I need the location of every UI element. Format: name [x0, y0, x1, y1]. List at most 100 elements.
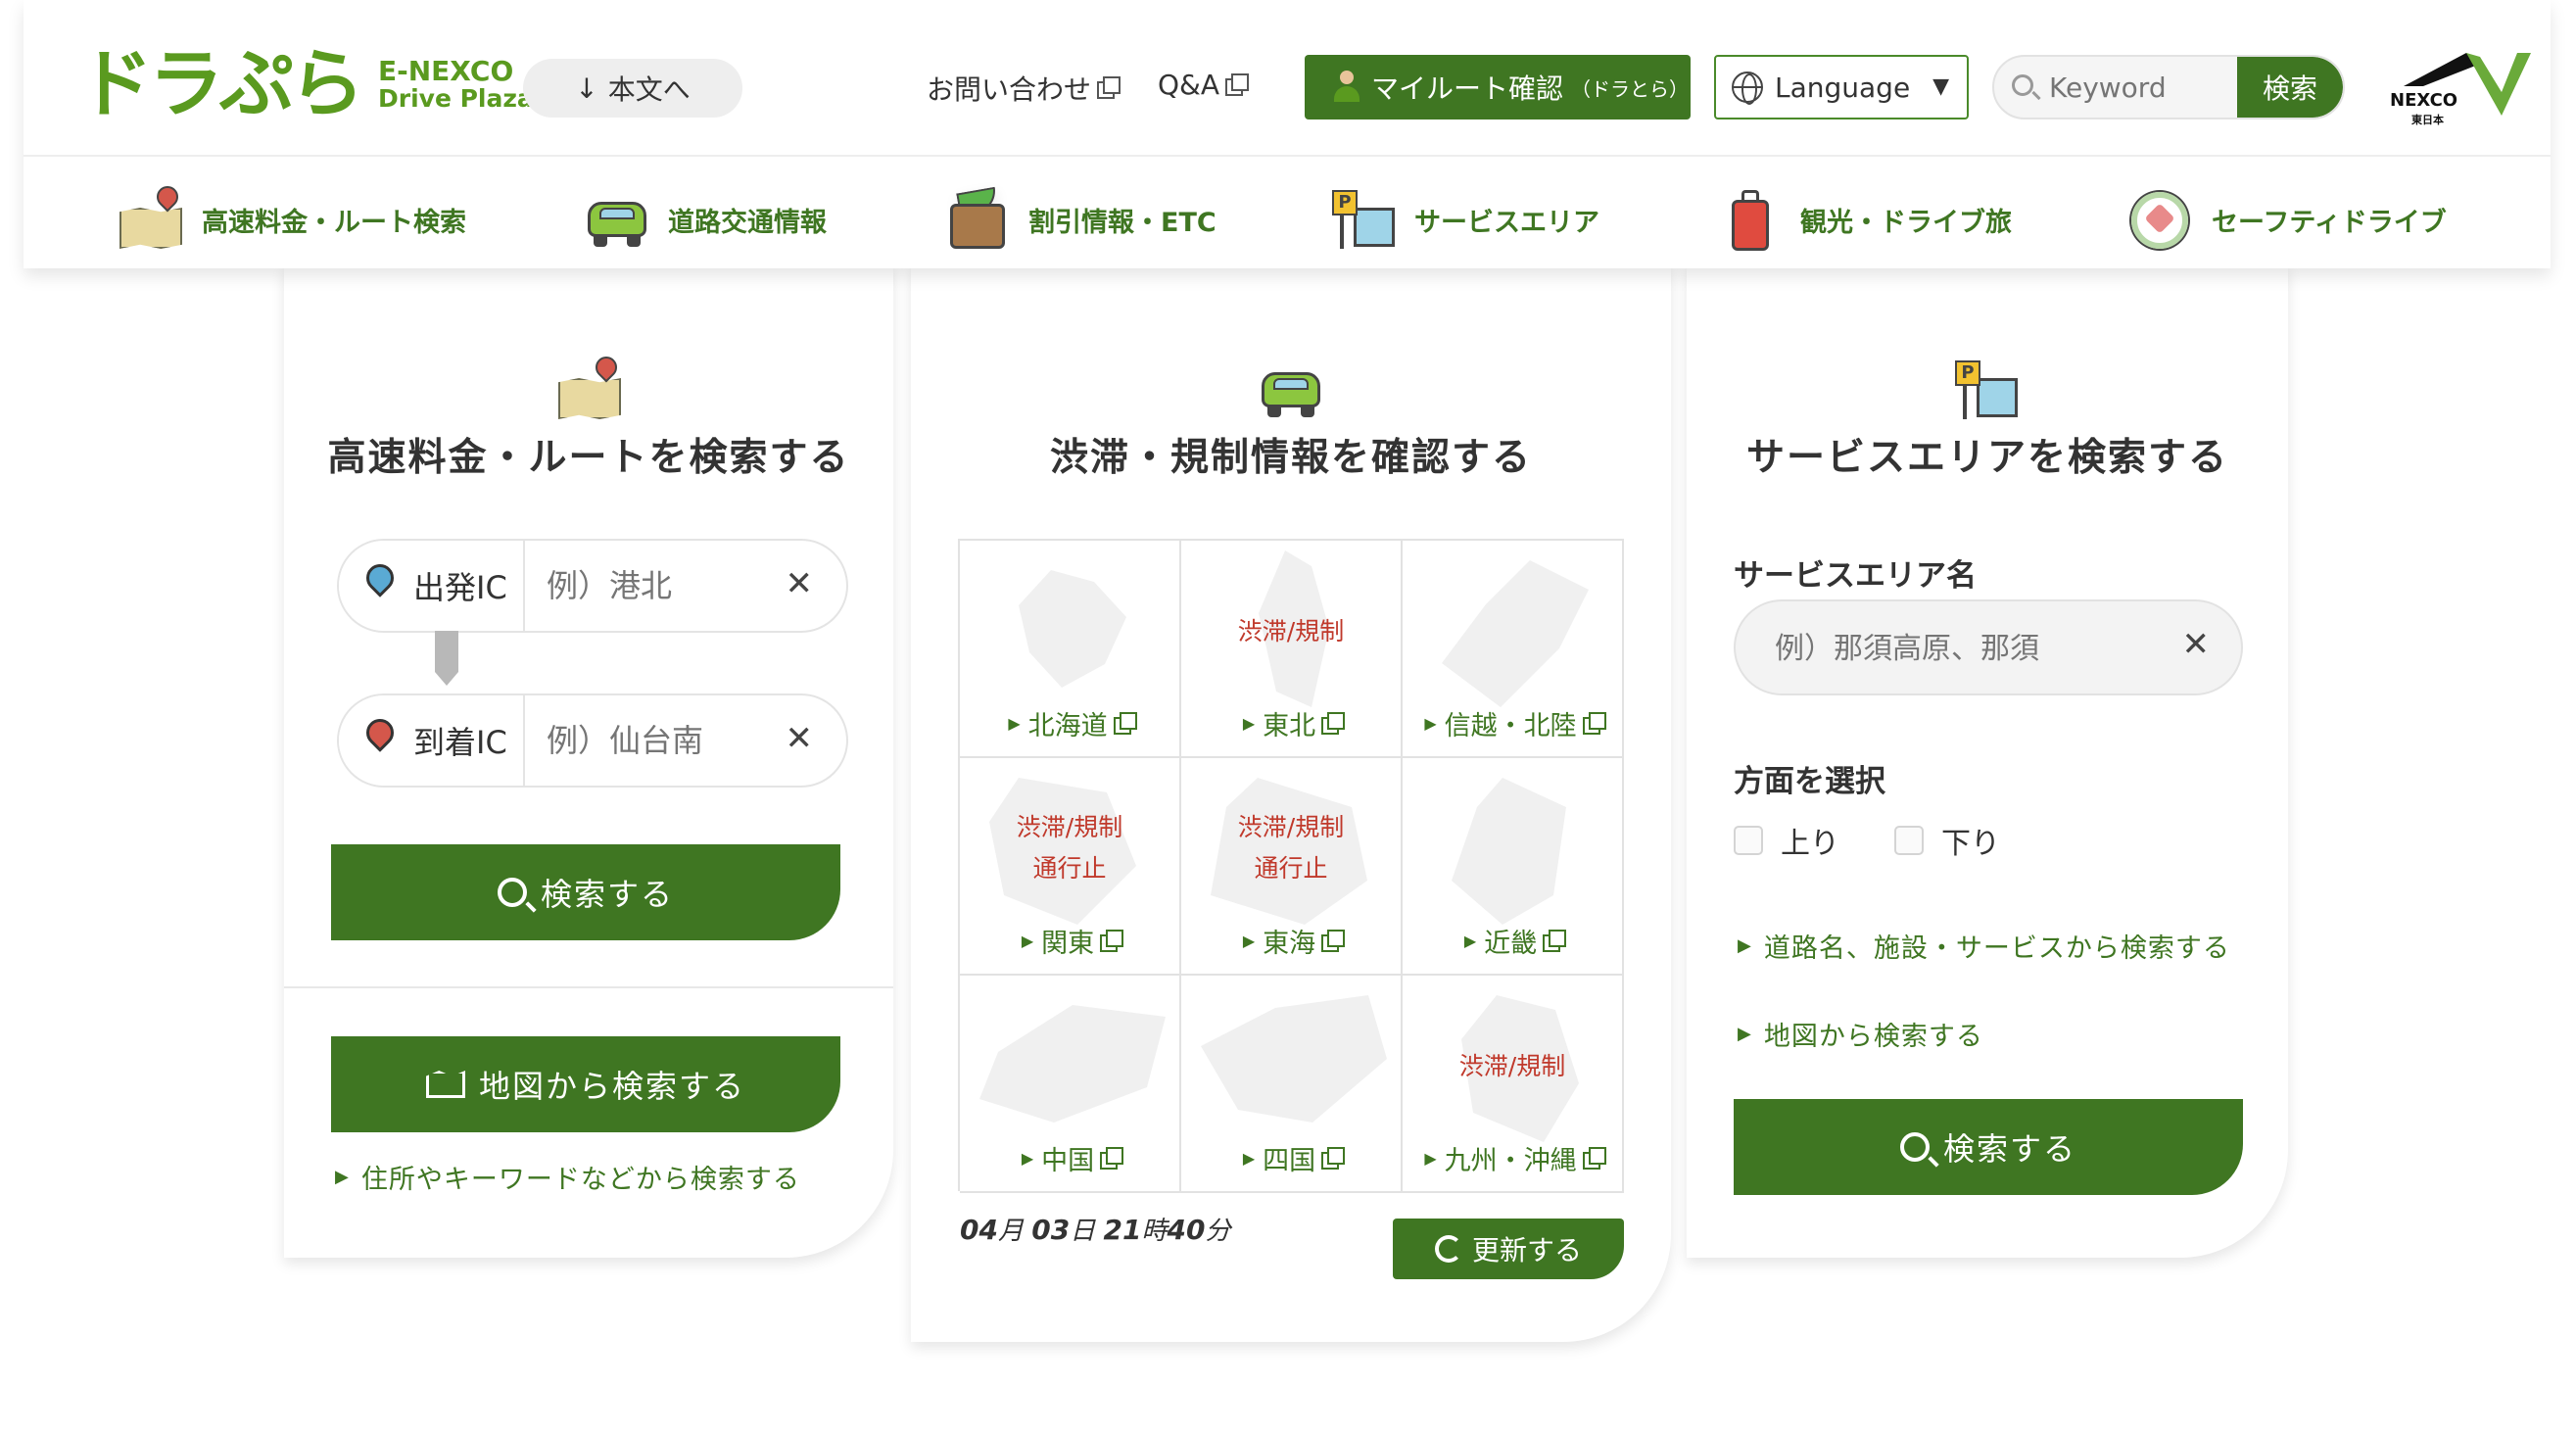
- region-name: 近畿: [1484, 929, 1538, 959]
- region-name: 中国: [1041, 1146, 1095, 1176]
- external-link-icon: [1100, 929, 1124, 952]
- region-link[interactable]: ▶ 九州・沖縄: [1403, 1139, 1622, 1177]
- map-search-button[interactable]: 地図から検索する: [331, 1036, 840, 1132]
- triangle-right-icon: ▶: [1242, 932, 1256, 950]
- region-cell-hokkaido[interactable]: ▶ 北海道: [960, 541, 1181, 758]
- global-nav: 高速料金・ルート検索 道路交通情報 割引情報・ETC P サービスエリア 観光・…: [24, 155, 2551, 268]
- region-name: 関東: [1041, 929, 1095, 959]
- nav-item-label: 観光・ドライブ旅: [1800, 207, 2012, 238]
- triangle-right-icon: ▶: [1424, 1149, 1437, 1168]
- search-icon: [1899, 1132, 1930, 1162]
- region-link[interactable]: ▶ 北海道: [960, 704, 1179, 742]
- suitcase-icon: [1716, 186, 1783, 253]
- region-link[interactable]: ▶ 近畿: [1403, 922, 1622, 960]
- address-keyword-search-link[interactable]: ▶ 住所やキーワードなどから検索する: [335, 1158, 800, 1196]
- nav-item-toll-route[interactable]: 高速料金・ルート検索: [118, 181, 466, 253]
- timestamp-month-unit: 月: [997, 1217, 1024, 1246]
- checkbox-box[interactable]: [1734, 826, 1763, 855]
- arrow-down-icon: ↓: [575, 72, 598, 105]
- traffic-info-title: 渋滞・規制情報を確認する: [1049, 436, 1532, 480]
- region-cell-kanto[interactable]: 渋滞/規制 通行止 ▶ 関東: [960, 758, 1181, 976]
- clear-icon[interactable]: ✕: [2182, 625, 2211, 664]
- skip-to-content-button[interactable]: ↓ 本文へ: [523, 59, 742, 118]
- external-link-icon: [1321, 711, 1346, 735]
- traffic-status-text: 渋滞/規制: [1016, 813, 1123, 841]
- region-cell-shinetsu-hokuriku[interactable]: ▶ 信越・北陸: [1403, 541, 1624, 758]
- region-cell-shikoku[interactable]: ▶ 四国: [1181, 976, 1403, 1193]
- region-name: 北海道: [1027, 711, 1108, 741]
- region-cell-tokai[interactable]: 渋滞/規制 通行止 ▶ 東海: [1181, 758, 1403, 976]
- region-link[interactable]: ▶ 東北: [1181, 704, 1401, 742]
- triangle-right-icon: ▶: [1463, 932, 1477, 950]
- logo-main-text: ドラぷら: [78, 40, 364, 127]
- region-cell-kinki[interactable]: ▶ 近畿: [1403, 758, 1624, 976]
- qa-link[interactable]: Q&A: [1158, 69, 1250, 101]
- nav-item-tourism[interactable]: 観光・ドライブ旅: [1716, 186, 2012, 253]
- route-search-button[interactable]: 検索する: [331, 844, 840, 940]
- region-link[interactable]: ▶ 四国: [1181, 1139, 1401, 1177]
- direction-label: 方面を選択: [1734, 764, 1885, 799]
- refresh-button[interactable]: 更新する: [1393, 1219, 1624, 1279]
- region-link[interactable]: ▶ 東海: [1181, 922, 1401, 960]
- nexco-sub-label: 東日本: [2411, 114, 2444, 126]
- region-name: 東海: [1263, 929, 1316, 959]
- external-link-icon: [1321, 929, 1346, 952]
- departure-ic-label: 出発IC: [339, 541, 525, 631]
- external-link-icon: [1582, 1146, 1606, 1170]
- location-pin-icon: [360, 713, 400, 752]
- myroute-button[interactable]: マイルート確認 （ドラとら）: [1305, 55, 1691, 120]
- address-keyword-search-label: 住所やキーワードなどから検索する: [360, 1165, 800, 1195]
- refresh-button-label: 更新する: [1471, 1234, 1582, 1267]
- refresh-icon: [1434, 1235, 1462, 1263]
- header-search: 検索: [1992, 55, 2345, 120]
- checkbox-box[interactable]: [1894, 826, 1924, 855]
- nexco-logo[interactable]: NEXCO 東日本: [2384, 47, 2531, 129]
- nav-item-discount-etc[interactable]: 割引情報・ETC: [944, 186, 1216, 253]
- service-area-name-input[interactable]: [1775, 623, 2167, 674]
- nav-item-traffic[interactable]: 道路交通情報: [584, 186, 827, 253]
- triangle-right-icon: ▶: [1242, 714, 1256, 733]
- external-link-icon: [1543, 929, 1567, 952]
- globe-icon: [1732, 72, 1763, 105]
- nav-item-label: 高速料金・ルート検索: [202, 207, 466, 238]
- region-link[interactable]: ▶ 中国: [960, 1139, 1179, 1177]
- direction-up-checkbox[interactable]: 上り: [1734, 819, 1839, 862]
- departure-ic-input[interactable]: [547, 560, 762, 611]
- triangle-right-icon: ▶: [1738, 935, 1752, 956]
- timestamp-day: 03: [1031, 1214, 1071, 1246]
- nav-item-safety-drive[interactable]: セーフティドライブ: [2127, 186, 2447, 253]
- language-select[interactable]: Language ▼: [1714, 55, 1969, 120]
- region-link[interactable]: ▶ 信越・北陸: [1403, 704, 1622, 742]
- direction-down-label: 下り: [1941, 827, 2000, 861]
- direction-down-checkbox[interactable]: 下り: [1894, 819, 2000, 862]
- nexco-mark-icon: [2404, 53, 2531, 116]
- contact-label: お問い合わせ: [927, 73, 1092, 106]
- region-name: 四国: [1263, 1146, 1316, 1176]
- external-link-icon: [1225, 72, 1250, 96]
- arrival-ic-label: 到着IC: [339, 695, 525, 786]
- region-cell-chugoku[interactable]: ▶ 中国: [960, 976, 1181, 1193]
- road-facility-search-link[interactable]: ▶ 道路名、施設・サービスから検索する: [1738, 927, 2230, 965]
- nav-item-service-area[interactable]: P サービスエリア: [1330, 186, 1599, 253]
- departure-ic-field: 出発IC ✕: [337, 539, 848, 633]
- region-cell-tohoku[interactable]: 渋滞/規制 ▶ 東北: [1181, 541, 1403, 758]
- sa-map-search-link[interactable]: ▶ 地図から検索する: [1738, 1015, 1983, 1053]
- nav-item-label: サービスエリア: [1414, 207, 1599, 238]
- timestamp-hour-unit: 時: [1141, 1217, 1168, 1246]
- region-cell-kyushu-okinawa[interactable]: 渋滞/規制 ▶ 九州・沖縄: [1403, 976, 1624, 1193]
- clear-icon[interactable]: ✕: [786, 719, 814, 758]
- external-link-icon: [1100, 1146, 1124, 1170]
- arrival-ic-label-text: 到着IC: [413, 724, 507, 761]
- contact-link[interactable]: お問い合わせ: [927, 69, 1121, 108]
- timestamp-hour: 21: [1103, 1214, 1142, 1246]
- external-link-icon: [1097, 76, 1121, 99]
- nav-item-label: 割引情報・ETC: [1028, 207, 1216, 238]
- keyword-search-button[interactable]: 検索: [2237, 57, 2343, 118]
- site-logo[interactable]: ドラぷら E-NEXCO Drive Plaza: [78, 47, 534, 121]
- region-link[interactable]: ▶ 関東: [960, 922, 1179, 960]
- service-area-search-button[interactable]: 検索する: [1734, 1099, 2243, 1195]
- clear-icon[interactable]: ✕: [786, 564, 814, 603]
- arrival-ic-input[interactable]: [547, 715, 762, 766]
- map-icon: [556, 352, 623, 423]
- traffic-status-text: 通行止: [1254, 854, 1328, 883]
